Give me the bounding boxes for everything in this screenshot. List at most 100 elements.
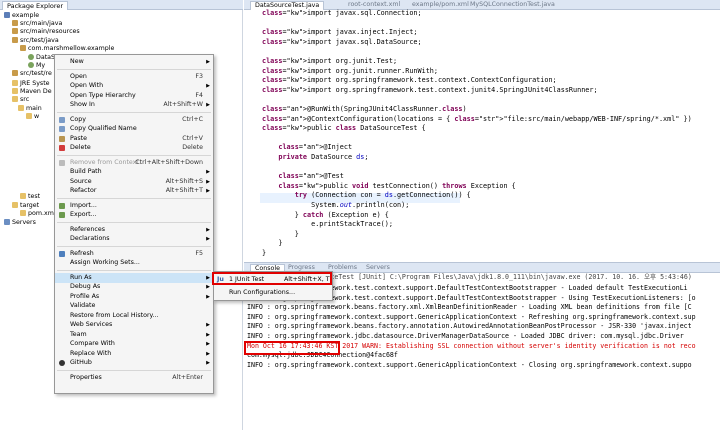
tree-item[interactable]: src/test/java [12,37,59,45]
tree-item-label: src [20,96,30,103]
menu-item-label: References [70,225,105,233]
menu-item-run-as[interactable]: Run As ▶ [55,272,213,283]
server-icon [4,219,10,225]
menu-item-label: Profile As [70,292,100,300]
code-line: class="kw">import javax.sql.DataSource; [262,37,422,46]
context-menu: New ▶ Open F3 Open With ▶ Open Type Hierarchy F… [54,54,214,394]
tree-item-label: JRE Syste [20,80,50,87]
tree-item-label: Servers [12,219,36,226]
menu-item-declarations[interactable]: Declarations ▶ [55,234,213,244]
menu-item-delete[interactable]: Delete Delete [55,143,213,153]
menu-item-refresh[interactable]: Refresh F5 [55,249,213,259]
console-line: INFO : org.springframework.context.suppo… [247,360,692,369]
menu-item-validate[interactable]: Validate [55,301,213,311]
menu-item-export[interactable]: Export... [55,210,213,220]
tree-item[interactable]: src/main/java [12,20,62,28]
tree-item[interactable]: target [12,202,39,210]
menu-item-paste[interactable]: Paste Ctrl+V [55,134,213,144]
menu-item-label: Debug As [70,283,101,290]
delete-icon [59,145,65,151]
package-folder-icon [12,20,18,26]
copy-icon [59,116,65,123]
tree-item[interactable]: w [26,113,39,121]
tree-item[interactable]: example [4,12,39,20]
tree-item[interactable]: test [20,193,40,201]
menu-item-remove-from-context[interactable]: Remove from Context Ctrl+Alt+Shift+Down [55,158,213,168]
menu-separator [57,221,211,223]
menu-item-shortcut: Ctrl+V [182,134,203,142]
export-icon [59,212,65,218]
menu-item-copy[interactable]: Copy Ctrl+C [55,115,213,125]
menu-item-label: Open Type Hierarchy [70,91,136,99]
tree-item[interactable]: com.marshmellow.example [20,45,114,53]
folder-icon [26,113,32,119]
menu-item-references[interactable]: References ▶ [55,225,213,235]
annotation-box-junit [212,272,332,285]
menu-item-properties[interactable]: Properties Alt+Enter [55,373,213,383]
submenu-arrow-icon: ▶ [206,226,210,233]
menu-item-shortcut: F5 [195,249,203,257]
tree-item[interactable]: Servers [4,219,36,227]
menu-item-label: Web Services [70,321,113,328]
menu-item-assign-working-sets[interactable]: Assign Working Sets... [55,258,213,268]
import-icon [59,202,65,209]
menu-item-debug-as[interactable]: Debug As ▶ [55,282,213,292]
menu-item-team[interactable]: Team ▶ [55,330,213,340]
github-icon [59,360,65,366]
tree-item-label: com.marshmellow.example [28,45,115,52]
menu-item-web-services[interactable]: Web Services ▶ [55,320,213,330]
tree-item-label: w [34,113,40,120]
run-configurations[interactable]: Run Configurations... [214,287,332,298]
tree-item-label: test [28,193,41,200]
editor-tab[interactable]: MySQLConnectionTest.java [466,1,559,10]
java-file-icon [28,54,34,60]
menu-item-open[interactable]: Open F3 [55,72,213,82]
submenu-arrow-icon: ▶ [206,59,210,65]
submenu-arrow-icon: ▶ [206,188,210,194]
menu-item-label: Show In [70,101,95,108]
menu-item-build-path[interactable]: Build Path ▶ [55,167,213,177]
menu-item-label: Remove from Context [70,158,139,166]
menu-item-compare-with[interactable]: Compare With ▶ [55,339,213,349]
menu-item-label: Import... [70,201,97,209]
tree-item-label: src/main/java [20,20,63,27]
submenu-arrow-icon: ▶ [206,360,210,366]
tree-item[interactable]: main [18,105,42,113]
menu-item-label: Paste [70,134,87,142]
menu-separator [57,111,211,113]
menu-item-profile-as[interactable]: Profile As ▶ [55,292,213,302]
menu-item-copy-qualified-name[interactable]: Copy Qualified Name [55,124,213,134]
menu-item-label: New [70,58,84,65]
menu-item-github[interactable]: GitHub ▶ [55,358,213,368]
menu-separator [57,68,211,70]
submenu-arrow-icon: ▶ [206,169,210,175]
menu-item-replace-with[interactable]: Replace With ▶ [55,349,213,359]
menu-separator [57,197,211,199]
package-explorer-tab[interactable]: Package Explorer [2,1,69,10]
menu-item-restore-from-local-history[interactable]: Restore from Local History... [55,311,213,321]
tree-item[interactable]: src/test/re [12,70,52,78]
menu-item-import[interactable]: Import... [55,201,213,211]
menu-item-refactor[interactable]: Refactor Alt+Shift+T ▶ [55,186,213,196]
tree-item[interactable]: Maven De [12,88,52,96]
menu-item-label: Compare With [70,340,115,347]
menu-item-source[interactable]: Source Alt+Shift+S ▶ [55,177,213,187]
tree-item[interactable]: src [12,96,29,104]
tree-item[interactable]: pom.xml [20,210,56,218]
refresh-icon [59,250,65,257]
menu-item-label: Assign Working Sets... [70,259,140,266]
tree-item[interactable]: JRE Syste [12,80,50,88]
console-tab[interactable]: Servers [362,264,394,273]
tree-item[interactable]: My [28,62,45,70]
menu-item-label: Copy Qualified Name [70,125,137,132]
tree-item[interactable]: src/main/resources [12,28,80,36]
java-file-icon [28,62,34,68]
menu-item-open-type-hierarchy[interactable]: Open Type Hierarchy F4 [55,91,213,101]
tree-item-label: example [12,12,40,19]
menu-item-new[interactable]: New ▶ [55,57,213,67]
menu-item-shortcut: Ctrl+C [182,115,203,123]
submenu-arrow-icon: ▶ [206,331,210,338]
menu-item-open-with[interactable]: Open With ▶ [55,81,213,91]
code-line: private DataSource ds; [278,153,369,161]
menu-item-show-in[interactable]: Show In Alt+Shift+W ▶ [55,100,213,110]
